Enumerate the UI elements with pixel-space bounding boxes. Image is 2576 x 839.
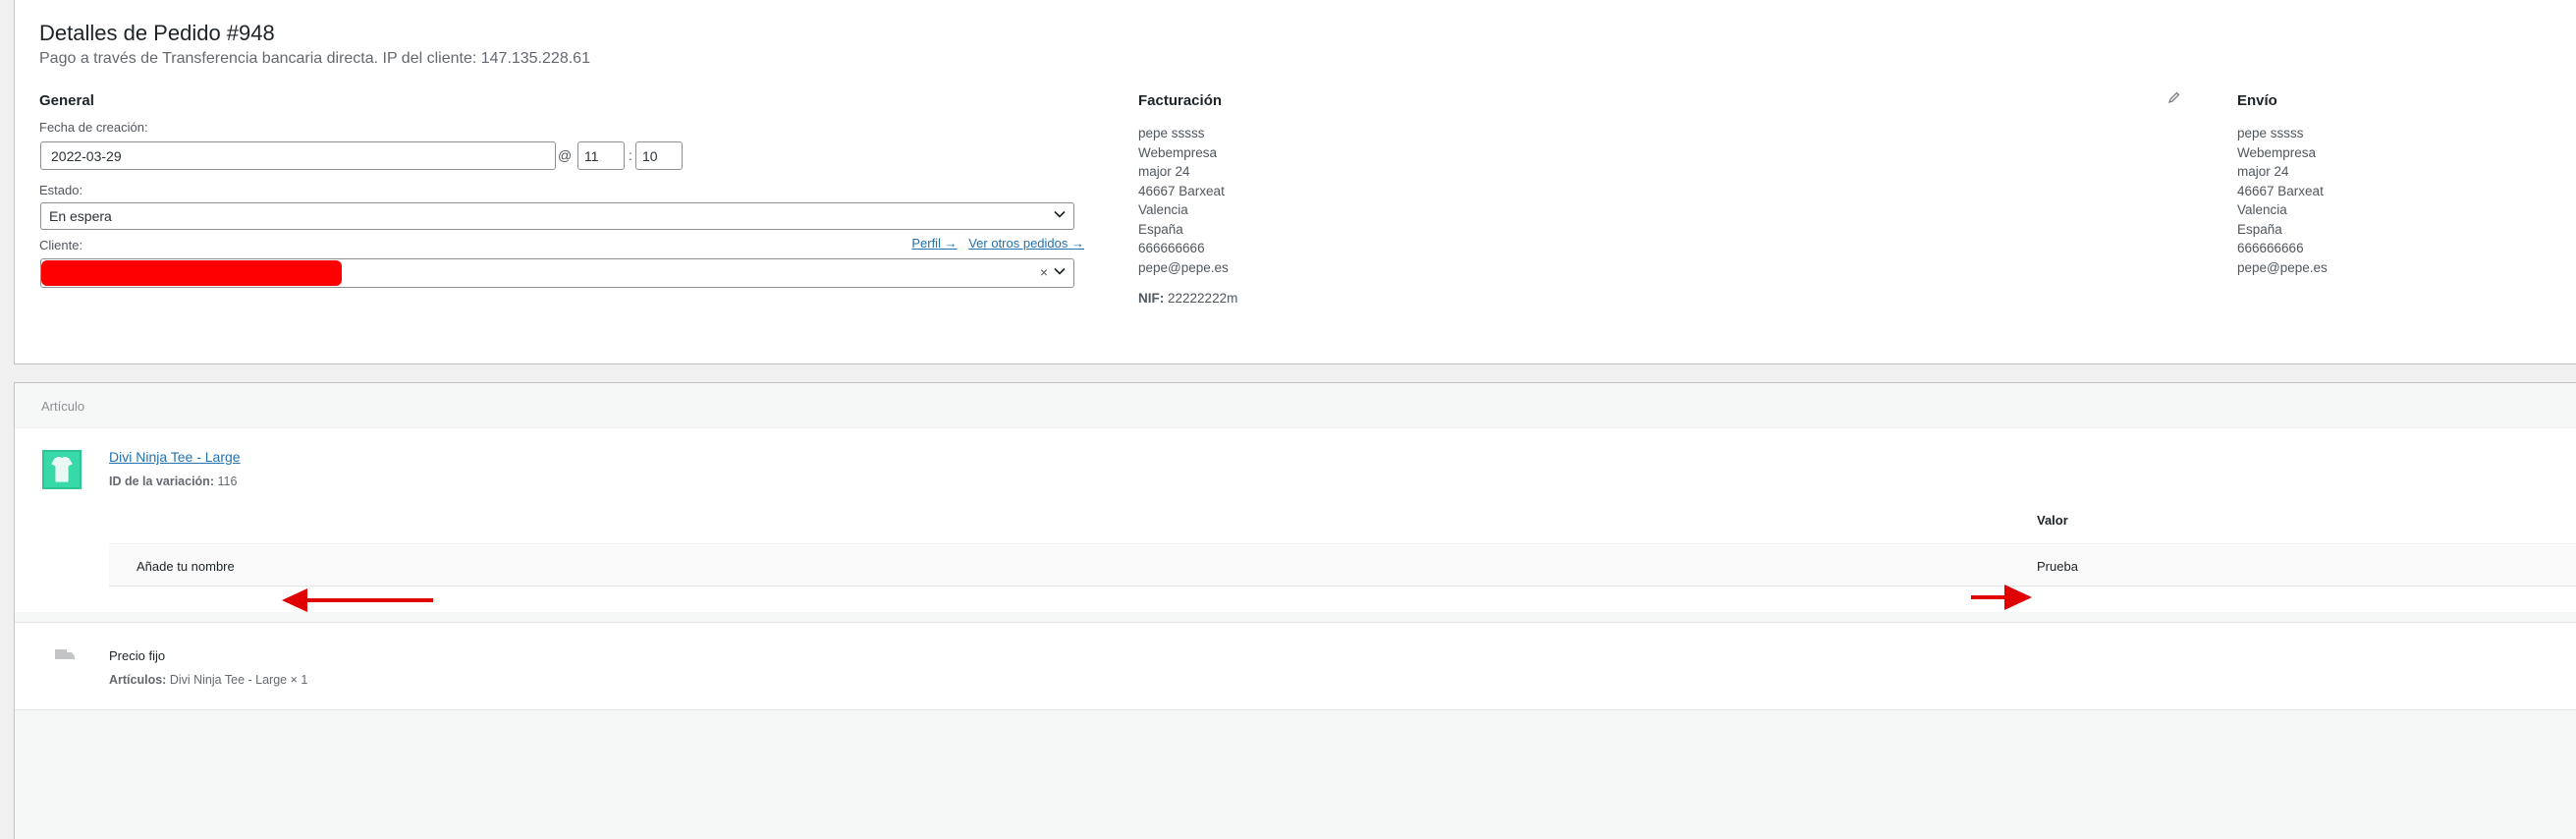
line-item-row: Divi Ninja Tee - Large ID de la variació…	[15, 428, 2576, 612]
shipping-address: pepe sssss Webempresa major 24 46667 Bar…	[2237, 124, 2328, 277]
date-input[interactable]: 2022-03-29	[40, 141, 556, 170]
billing-address: pepe sssss Webempresa major 24 46667 Bar…	[1138, 124, 1229, 277]
meta-key: Añade tu nombre	[137, 559, 235, 574]
variation-value: 116	[217, 475, 238, 488]
hour-input[interactable]: 11	[577, 141, 625, 170]
billing-line: major 24	[1138, 164, 1190, 179]
shipping-line: 46667 Barxeat	[2237, 183, 2324, 198]
billing-line: pepe@pepe.es	[1138, 259, 1229, 275]
chevron-down-icon	[1054, 210, 1066, 218]
shipping-line: major 24	[2237, 164, 2289, 179]
shipping-line: Webempresa	[2237, 144, 2317, 160]
status-label: Estado:	[39, 183, 83, 197]
billing-line: Webempresa	[1138, 144, 1218, 160]
meta-value-header: Valor	[2037, 513, 2068, 528]
billing-line: 46667 Barxeat	[1138, 183, 1225, 198]
shipping-line: pepe@pepe.es	[2237, 259, 2328, 275]
variation-id: ID de la variación: 116	[109, 475, 237, 488]
tshirt-icon	[51, 457, 73, 482]
arrow-right-annotation	[1971, 585, 2032, 610]
status-select[interactable]: En espera	[40, 202, 1074, 230]
profile-link[interactable]: Perfil →	[911, 236, 957, 251]
order-items-panel: Artículo Divi Ninja Tee - Large ID de la…	[14, 382, 2576, 839]
shipping-method-name: Precio fijo	[109, 648, 166, 663]
order-subtitle: Pago a través de Transferencia bancaria …	[39, 50, 590, 67]
minute-input[interactable]: 10	[635, 141, 683, 170]
customer-links: Perfil → Ver otros pedidos →	[904, 236, 1084, 251]
chevron-down-icon	[1054, 267, 1066, 275]
billing-line: Valencia	[1138, 202, 1188, 217]
general-heading: General	[39, 92, 94, 109]
date-label: Fecha de creación:	[39, 120, 148, 135]
customer-label: Cliente:	[39, 238, 83, 252]
item-column-header: Artículo	[41, 399, 85, 414]
redacted-customer	[41, 260, 342, 286]
shipping-items-value: Divi Ninja Tee - Large × 1	[169, 673, 308, 687]
shipping-heading: Envío	[2237, 92, 2277, 109]
clear-icon[interactable]: ×	[1040, 264, 1048, 280]
product-name-link[interactable]: Divi Ninja Tee - Large	[109, 449, 241, 465]
nif-label: NIF:	[1138, 291, 1165, 306]
meta-value: Prueba	[2037, 559, 2078, 574]
arrow-left-annotation	[282, 588, 433, 612]
meta-row	[109, 545, 2576, 587]
shipping-items: Artículos: Divi Ninja Tee - Large × 1	[109, 673, 307, 687]
shipping-items-label: Artículos:	[109, 673, 167, 687]
shipping-line: 666666666	[2237, 241, 2304, 255]
shipping-line: España	[2237, 221, 2282, 237]
product-thumbnail[interactable]	[42, 450, 82, 489]
billing-line: 666666666	[1138, 241, 1205, 255]
shipping-line-row: Precio fijo Artículos: Divi Ninja Tee - …	[15, 622, 2576, 710]
billing-nif: NIF: 22222222m	[1138, 291, 1237, 306]
billing-line: pepe sssss	[1138, 126, 1205, 140]
shipping-line: Valencia	[2237, 202, 2287, 217]
nif-value: 22222222m	[1168, 291, 1238, 306]
page-title: Detalles de Pedido #948	[39, 21, 275, 45]
at-separator: @	[558, 147, 573, 163]
billing-line: España	[1138, 221, 1183, 237]
pencil-icon[interactable]	[2167, 90, 2181, 104]
colon-separator: :	[629, 147, 632, 163]
shipping-line: pepe sssss	[2237, 126, 2304, 140]
variation-label: ID de la variación:	[109, 475, 214, 488]
order-details-panel: Detalles de Pedido #948 Pago a través de…	[14, 0, 2576, 364]
items-table-header: Artículo	[15, 383, 2576, 428]
status-value: En espera	[49, 208, 112, 224]
customer-select[interactable]: ×	[40, 258, 1074, 288]
meta-divider	[109, 543, 2576, 544]
truck-icon	[55, 649, 75, 659]
other-orders-link[interactable]: Ver otros pedidos →	[968, 236, 1084, 251]
billing-heading: Facturación	[1138, 92, 1223, 109]
